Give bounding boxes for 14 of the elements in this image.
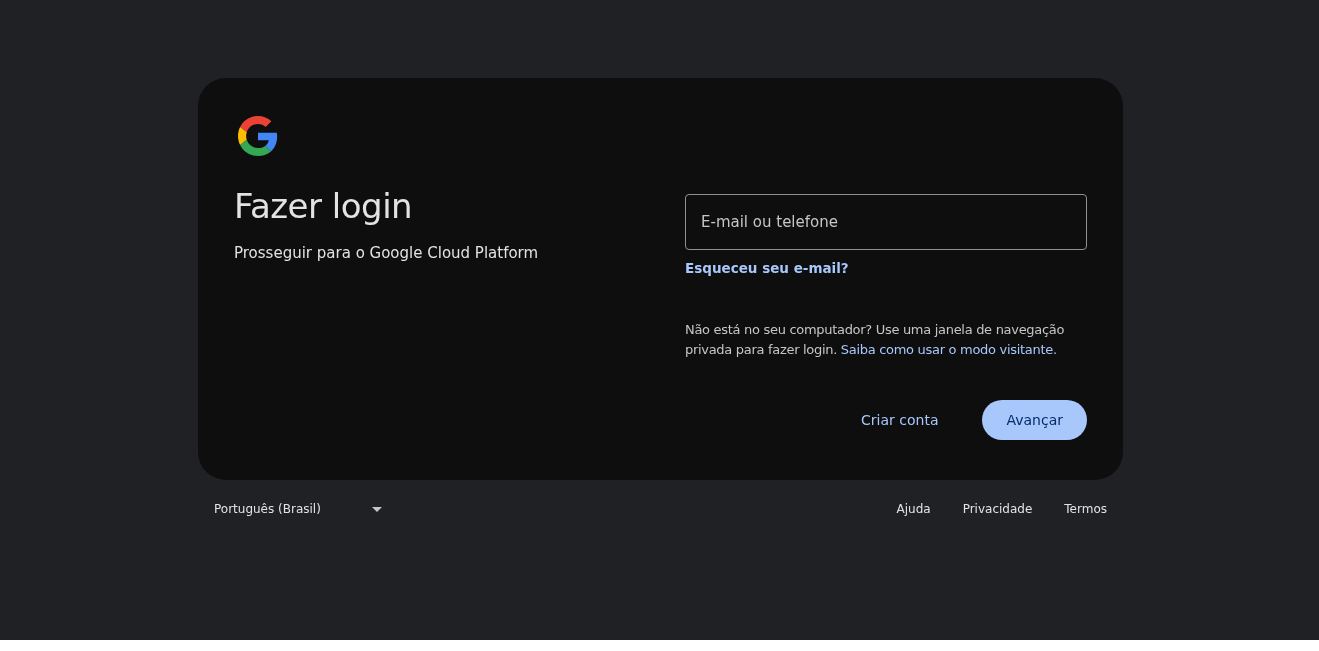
- page-title: Fazer login: [234, 185, 414, 228]
- footer-link[interactable]: Termos: [1064, 502, 1107, 516]
- dropdown-caret-icon: [372, 506, 382, 512]
- forgot-email-link[interactable]: Esqueceu seu e-mail?: [685, 260, 849, 276]
- next-button[interactable]: Avançar: [982, 400, 1087, 440]
- create-account-button[interactable]: Criar conta: [837, 400, 963, 440]
- language-selector[interactable]: Português (Brasil): [214, 502, 382, 516]
- guest-mode-notice: Não está no seu computador? Use uma janela de navegação privada para fazer login. Saiba como usar o modo visitante.: [685, 321, 1066, 359]
- footer-link[interactable]: Ajuda: [896, 502, 931, 516]
- guest-mode-link[interactable]: Saiba como usar o modo visitante.: [840, 342, 1057, 357]
- subtitle: Prosseguir para o Google Cloud Platform: [234, 244, 540, 262]
- email-input-field[interactable]: E-mail ou telefone: [685, 194, 1087, 250]
- google-g-logo-icon: [238, 116, 278, 156]
- footer-link[interactable]: Privacidade: [962, 502, 1033, 516]
